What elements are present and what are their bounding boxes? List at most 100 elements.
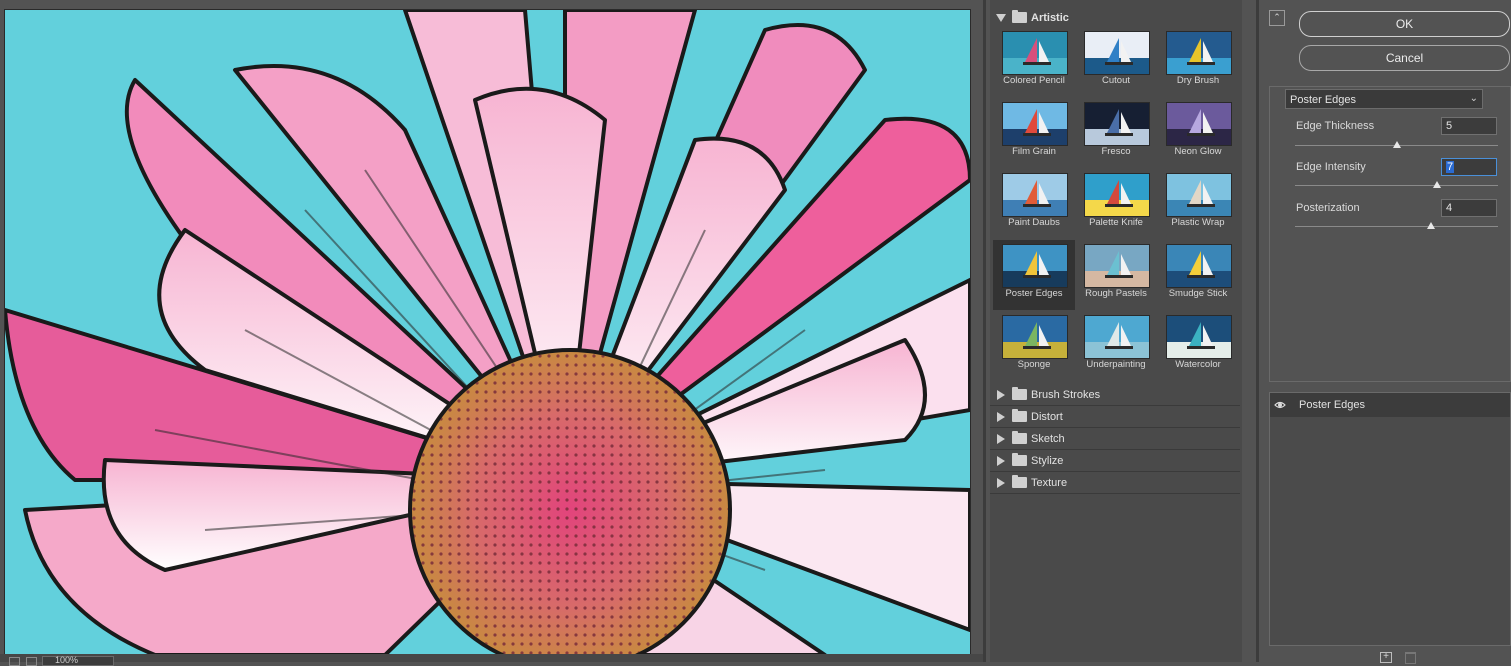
posterization-value: 4 <box>1446 202 1453 214</box>
folder-icon <box>1012 10 1027 23</box>
filter-thumbnail-sponge[interactable]: Sponge <box>993 311 1075 381</box>
disclosure-closed-icon[interactable] <box>994 389 1008 400</box>
thumbnail-image <box>1002 31 1068 75</box>
thumbnail-label: Colored Pencil <box>1003 75 1065 86</box>
thumbnail-image <box>1002 173 1068 217</box>
posterization-slider-thumb[interactable] <box>1427 222 1435 229</box>
thumbnail-label: Neon Glow <box>1174 146 1222 157</box>
effect-layer-row[interactable]: Poster Edges <box>1270 393 1510 417</box>
filter-select[interactable]: Poster Edges ⌄ <box>1285 89 1483 109</box>
folder-texture[interactable]: Texture <box>990 472 1240 494</box>
filter-thumbnail-neon-glow[interactable]: Neon Glow <box>1157 98 1239 168</box>
filter-thumbnail-film-grain[interactable]: Film Grain <box>993 98 1075 168</box>
folder-stylize[interactable]: Stylize <box>990 450 1240 472</box>
filter-thumbnail-underpainting[interactable]: Underpainting <box>1075 311 1157 381</box>
folder-sketch[interactable]: Sketch <box>990 428 1240 450</box>
folder-artistic[interactable]: Artistic <box>990 7 1240 28</box>
settings-panel: ⌃ OK Cancel Poster Edges ⌄ Edge Thicknes… <box>1259 0 1511 664</box>
filter-thumbnail-palette-knife[interactable]: Palette Knife <box>1075 169 1157 239</box>
folder-icon <box>1012 475 1027 488</box>
disclosure-open-icon[interactable] <box>994 13 1008 22</box>
preview-area: 100% <box>0 0 983 666</box>
folder-distort[interactable]: Distort <box>990 406 1240 428</box>
thumbnail-label: Poster Edges <box>1005 288 1063 299</box>
posterization-slider[interactable] <box>1295 226 1498 227</box>
panel-divider[interactable] <box>983 0 986 662</box>
filter-thumbnail-dry-brush[interactable]: Dry Brush <box>1157 27 1239 97</box>
filter-thumbnail-watercolor[interactable]: Watercolor <box>1157 311 1239 381</box>
thumbnail-label: Dry Brush <box>1176 75 1220 86</box>
thumbnail-image <box>1166 315 1232 359</box>
thumbnail-image <box>1084 31 1150 75</box>
filter-settings: Poster Edges ⌄ Edge Thickness 5 Edge Int… <box>1269 86 1511 382</box>
thumbnail-image <box>1084 102 1150 146</box>
thumbnail-label: Cutout <box>1102 75 1130 86</box>
folder-label: Brush Strokes <box>1031 388 1101 401</box>
thumbnail-label: Sponge <box>1017 359 1051 370</box>
filter-thumbnail-paint-daubs[interactable]: Paint Daubs <box>993 169 1075 239</box>
thumbnail-image <box>1084 315 1150 359</box>
thumbnail-image <box>1002 102 1068 146</box>
thumbnail-image <box>1084 244 1150 288</box>
filter-thumbnail-cutout[interactable]: Cutout <box>1075 27 1157 97</box>
posterization-label: Posterization <box>1296 202 1360 214</box>
effect-layer-name: Poster Edges <box>1299 399 1366 411</box>
edge-thickness-slider-thumb[interactable] <box>1392 141 1401 148</box>
visibility-eye-icon[interactable] <box>1274 399 1286 411</box>
thumbnail-label: Rough Pastels <box>1085 288 1147 299</box>
disclosure-closed-icon[interactable] <box>994 433 1008 444</box>
filter-thumbnail-plastic-wrap[interactable]: Plastic Wrap <box>1157 169 1239 239</box>
edge-thickness-value: 5 <box>1446 120 1453 132</box>
preview-canvas[interactable] <box>4 9 971 656</box>
posterization-field[interactable]: 4 <box>1441 199 1497 217</box>
thumbnail-label: Fresco <box>1101 146 1131 157</box>
folder-icon <box>1012 387 1027 400</box>
disclosure-closed-icon[interactable] <box>994 411 1008 422</box>
preview-image <box>5 10 970 655</box>
zoom-value: 100% <box>55 655 79 665</box>
thumbnail-label: Smudge Stick <box>1168 288 1228 299</box>
thumbnail-image <box>1084 173 1150 217</box>
new-effect-layer-icon[interactable]: + <box>1380 652 1392 663</box>
edge-thickness-field[interactable]: 5 <box>1441 117 1497 135</box>
thumbnail-label: Paint Daubs <box>1008 217 1060 228</box>
folder-icon <box>1012 453 1027 466</box>
zoom-select[interactable]: 100% <box>42 656 114 666</box>
disclosure-closed-icon[interactable] <box>994 477 1008 488</box>
thumbnail-image <box>1166 244 1232 288</box>
filter-gallery: Artistic Colored Pencil Cutout Dry Brush Fi… <box>990 0 1242 662</box>
edge-intensity-value: 7 <box>1446 161 1455 173</box>
edge-intensity-slider[interactable] <box>1295 185 1498 186</box>
effect-layers-panel: Poster Edges <box>1269 392 1511 646</box>
folder-label: Artistic <box>1031 11 1069 24</box>
folder-brush-strokes[interactable]: Brush Strokes <box>990 384 1240 406</box>
folder-label: Stylize <box>1031 454 1064 467</box>
thumbnail-label: Watercolor <box>1175 359 1221 370</box>
thumbnail-label: Palette Knife <box>1089 217 1143 228</box>
edge-intensity-field[interactable]: 7 <box>1441 158 1497 176</box>
filter-thumbnail-smudge-stick[interactable]: Smudge Stick <box>1157 240 1239 310</box>
filter-thumbnail-rough-pastels[interactable]: Rough Pastels <box>1075 240 1157 310</box>
disclosure-closed-icon[interactable] <box>994 455 1008 466</box>
thumbnail-image <box>1002 315 1068 359</box>
filter-thumbnail-poster-edges[interactable]: Poster Edges <box>993 240 1075 310</box>
folder-icon <box>1012 431 1027 444</box>
filter-select-value: Poster Edges <box>1290 94 1357 106</box>
filter-thumbnail-fresco[interactable]: Fresco <box>1075 98 1157 168</box>
folder-label: Distort <box>1031 410 1063 423</box>
chevron-down-icon: ⌄ <box>1469 93 1478 104</box>
cancel-button[interactable]: Cancel <box>1299 45 1510 71</box>
edge-intensity-label: Edge Intensity <box>1296 161 1366 173</box>
ok-button[interactable]: OK <box>1299 11 1510 37</box>
filter-thumbnail-colored-pencil[interactable]: Colored Pencil <box>993 27 1075 97</box>
delete-effect-layer-icon[interactable] <box>1405 652 1416 664</box>
thumbnail-image <box>1166 31 1232 75</box>
edge-thickness-label: Edge Thickness <box>1296 120 1375 132</box>
thumbnail-image <box>1002 244 1068 288</box>
thumbnail-image <box>1166 173 1232 217</box>
thumbnail-label: Film Grain <box>1012 146 1056 157</box>
thumbnail-label: Underpainting <box>1086 359 1146 370</box>
thumbnail-label: Plastic Wrap <box>1171 217 1225 228</box>
collapse-gallery-button[interactable]: ⌃ <box>1269 10 1285 26</box>
edge-intensity-slider-thumb[interactable] <box>1433 181 1442 188</box>
